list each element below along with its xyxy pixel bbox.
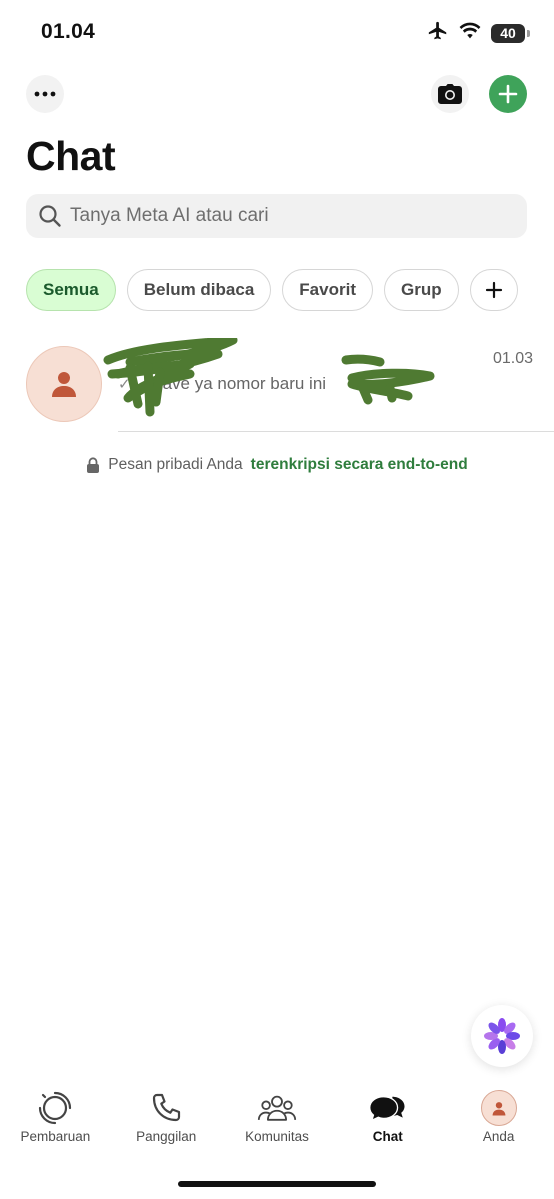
battery-icon: 40 [491, 23, 525, 43]
add-filter-button[interactable] [469, 269, 518, 311]
filter-chips: Semua Belum dibaca Favorit Grup [26, 269, 518, 311]
chat-list-item[interactable]: 01.03 ✓ ave ya nomor baru ini [0, 338, 554, 432]
tab-you[interactable]: Anda [443, 1090, 554, 1160]
top-actions [0, 75, 554, 113]
chat-time: 01.03 [492, 350, 533, 367]
encryption-link[interactable]: terenkripsi secara end-to-end [251, 456, 468, 474]
tab-label: Chat [372, 1129, 403, 1144]
tab-chat[interactable]: Chat [332, 1090, 443, 1160]
phone-icon [146, 1090, 186, 1126]
divider [118, 431, 554, 432]
avatar-icon [480, 1090, 517, 1126]
tab-label: Panggilan [136, 1129, 197, 1144]
filter-all[interactable]: Semua [26, 269, 116, 311]
filter-favorites[interactable]: Favorit [282, 269, 373, 311]
community-icon [257, 1090, 297, 1126]
status-time: 01.04 [41, 20, 96, 43]
search-input[interactable] [70, 205, 500, 227]
camera-icon [438, 84, 462, 104]
check-icon: ✓ [118, 376, 131, 393]
more-options-button[interactable] [26, 75, 64, 113]
encryption-text: Pesan pribadi Anda [108, 456, 243, 473]
page-title: Chat [26, 133, 116, 179]
filter-unread[interactable]: Belum dibaca [126, 269, 272, 311]
battery-cap [527, 29, 530, 37]
tab-communities[interactable]: Komunitas [222, 1090, 333, 1160]
plus-icon [498, 84, 518, 104]
new-chat-button[interactable] [489, 75, 527, 113]
meta-ai-icon [484, 1018, 520, 1054]
lock-icon [87, 457, 100, 473]
battery-level: 40 [500, 25, 516, 41]
plus-icon [485, 281, 502, 299]
search-icon [39, 205, 61, 227]
tab-label: Anda [482, 1129, 515, 1144]
chat-preview-text: ave ya nomor baru ini [162, 374, 327, 393]
tab-updates[interactable]: Pembaruan [0, 1090, 111, 1160]
more-icon [34, 91, 56, 97]
chat-preview: ✓ ave ya nomor baru ini [118, 374, 326, 394]
wifi-icon [459, 22, 481, 45]
airplane-icon [427, 20, 449, 47]
tab-label: Komunitas [245, 1129, 309, 1144]
status-icons: 40 [427, 20, 530, 46]
status-icon [35, 1090, 75, 1126]
status-bar: 01.04 40 [0, 0, 554, 66]
tab-label: Pembaruan [20, 1129, 91, 1144]
camera-button[interactable] [431, 75, 469, 113]
meta-ai-button[interactable] [471, 1005, 533, 1067]
contact-avatar [26, 346, 102, 422]
person-icon [52, 372, 76, 397]
chat-bubbles-icon [368, 1090, 408, 1126]
home-indicator [178, 1181, 376, 1187]
tab-calls[interactable]: Panggilan [111, 1090, 222, 1160]
filter-groups[interactable]: Grup [383, 269, 459, 311]
bottom-tab-bar: Pembaruan Panggilan Komunitas Chat Anda [0, 1090, 554, 1160]
search-bar[interactable] [26, 194, 527, 238]
encryption-notice: Pesan pribadi Anda terenkripsi secara en… [0, 456, 554, 474]
